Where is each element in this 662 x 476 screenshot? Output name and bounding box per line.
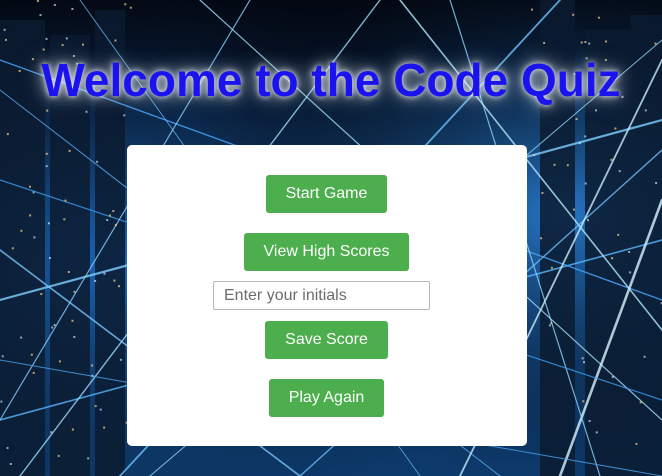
quiz-card: Start Game View High Scores Save Score P… xyxy=(127,145,527,446)
view-high-scores-button[interactable]: View High Scores xyxy=(244,233,409,271)
save-score-button[interactable]: Save Score xyxy=(265,321,388,359)
page-title: Welcome to the Code Quiz xyxy=(41,54,621,106)
initials-input[interactable] xyxy=(213,281,430,310)
play-again-button[interactable]: Play Again xyxy=(269,379,384,417)
start-game-button[interactable]: Start Game xyxy=(266,175,387,213)
